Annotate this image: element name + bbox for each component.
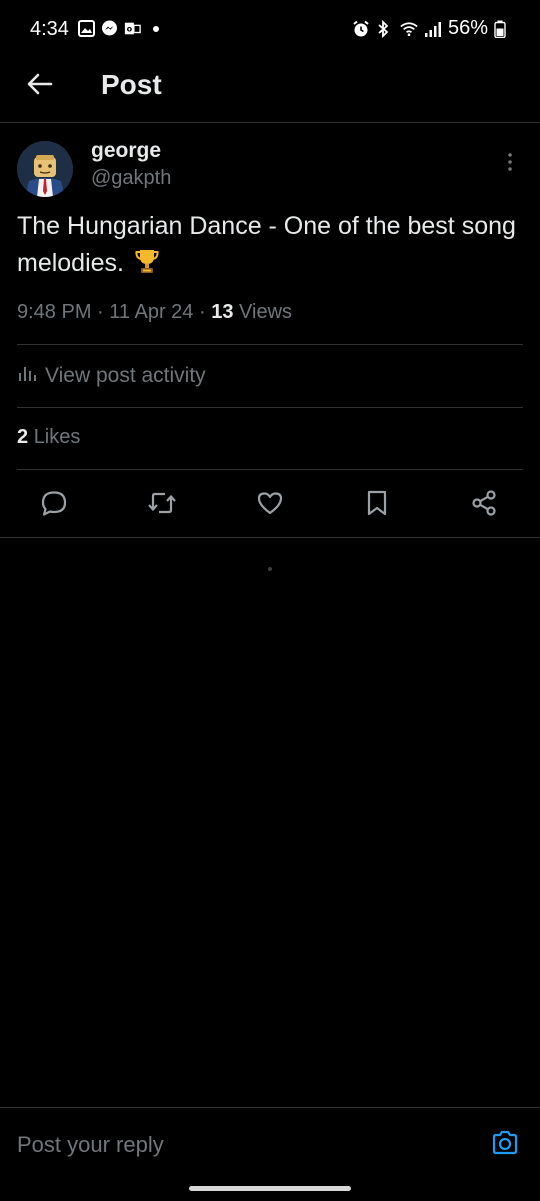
repost-icon bbox=[147, 489, 177, 522]
post-body: The Hungarian Dance - One of the best so… bbox=[17, 212, 516, 277]
post-text: The Hungarian Dance - One of the best so… bbox=[17, 208, 527, 285]
page-title: Post bbox=[101, 69, 162, 100]
camera-icon bbox=[491, 1130, 519, 1161]
battery-icon bbox=[494, 20, 512, 38]
likes-label: Likes bbox=[33, 426, 81, 448]
post-date: 11 Apr 24 bbox=[109, 301, 194, 323]
divider bbox=[17, 344, 523, 345]
avatar[interactable] bbox=[17, 141, 73, 197]
divider bbox=[17, 469, 523, 470]
bluetooth-icon bbox=[376, 19, 394, 38]
post-time: 9:48 PM bbox=[17, 301, 92, 323]
like-button[interactable] bbox=[253, 488, 287, 522]
view-post-activity-label: View post activity bbox=[45, 364, 206, 387]
more-notifications-dot bbox=[153, 25, 159, 32]
more-vertical-icon bbox=[507, 152, 513, 177]
loading-indicator bbox=[268, 567, 272, 571]
analytics-icon bbox=[17, 363, 37, 389]
notification-icons: o bbox=[78, 20, 159, 37]
likes-count-link[interactable]: 2 Likes bbox=[17, 426, 80, 449]
alarm-icon bbox=[352, 20, 370, 38]
bookmark-button[interactable] bbox=[360, 488, 394, 522]
likes-count: 2 bbox=[17, 426, 29, 448]
meta-separator: · bbox=[198, 301, 206, 323]
author-handle[interactable]: @gakpth bbox=[91, 167, 171, 190]
share-icon bbox=[470, 489, 498, 522]
repost-button[interactable] bbox=[145, 488, 179, 522]
view-post-activity-button[interactable]: View post activity bbox=[17, 356, 206, 396]
divider bbox=[0, 537, 540, 538]
bookmark-icon bbox=[365, 489, 389, 522]
home-indicator[interactable] bbox=[189, 1186, 351, 1191]
author-display-name[interactable]: george bbox=[91, 139, 161, 163]
signal-icon bbox=[424, 20, 442, 38]
back-button[interactable] bbox=[22, 68, 58, 104]
trophy-icon bbox=[135, 248, 159, 285]
reply-button[interactable] bbox=[37, 488, 71, 522]
system-icons: 56% bbox=[352, 17, 512, 40]
like-icon bbox=[256, 489, 284, 522]
views-label: Views bbox=[239, 301, 293, 323]
battery-percent: 56% bbox=[447, 17, 488, 39]
gallery-icon bbox=[78, 20, 95, 37]
divider bbox=[17, 407, 523, 408]
post-meta: 9:48 PM · 11 Apr 24 · 13 Views bbox=[17, 301, 292, 324]
more-options-button[interactable] bbox=[498, 150, 522, 178]
reply-icon bbox=[40, 489, 68, 522]
top-app-bar: Post bbox=[0, 60, 540, 123]
wifi-icon bbox=[400, 20, 418, 38]
camera-button[interactable] bbox=[490, 1130, 520, 1160]
share-button[interactable] bbox=[467, 488, 501, 522]
reply-input[interactable] bbox=[17, 1132, 457, 1158]
svg-text:o: o bbox=[127, 25, 133, 34]
views-count: 13 bbox=[211, 301, 234, 323]
status-time: 4:34 bbox=[30, 18, 69, 40]
outlook-icon: o bbox=[124, 20, 141, 37]
arrow-left-icon bbox=[27, 73, 53, 100]
status-bar: 4:34 o 56% bbox=[0, 0, 540, 60]
post-action-bar bbox=[0, 482, 540, 526]
messenger-icon bbox=[101, 20, 118, 37]
meta-separator: · bbox=[97, 301, 104, 323]
